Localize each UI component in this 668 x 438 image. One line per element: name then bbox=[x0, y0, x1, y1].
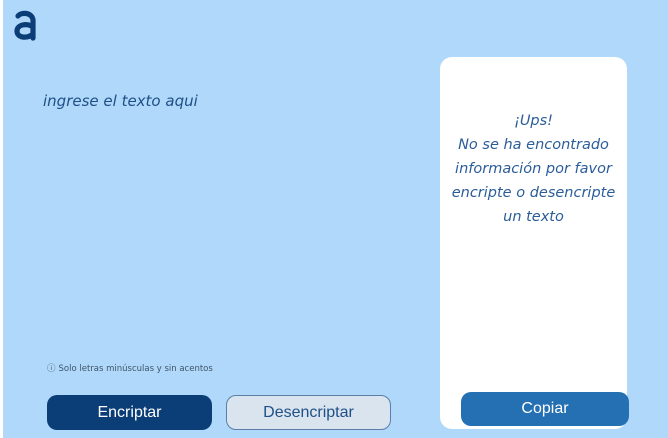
hint-label: Solo letras minúsculas y sin acentos bbox=[58, 364, 213, 374]
info-icon: ⓘ bbox=[47, 364, 56, 374]
empty-output-message: ¡Ups! No se ha encontrado información po… bbox=[440, 109, 627, 229]
output-line: ¡Ups! bbox=[514, 113, 553, 129]
text-input[interactable] bbox=[43, 92, 383, 332]
alura-logo-icon bbox=[14, 10, 36, 41]
output-line: un texto bbox=[503, 209, 564, 225]
encrypt-button[interactable]: Encriptar bbox=[47, 395, 212, 430]
output-line: información por favor bbox=[455, 161, 612, 177]
output-line: No se ha encontrado bbox=[458, 137, 609, 153]
copy-button[interactable]: Copiar bbox=[461, 392, 629, 426]
output-panel: ¡Ups! No se ha encontrado información po… bbox=[440, 57, 627, 429]
app-container: ⓘSolo letras minúsculas y sin acentos En… bbox=[3, 0, 668, 438]
output-line: encripte o desencripte bbox=[451, 185, 616, 201]
hint-text: ⓘ Solo letras minúsculas y sin acentos bbox=[47, 362, 213, 374]
decrypt-button[interactable]: Desencriptar bbox=[226, 395, 391, 430]
